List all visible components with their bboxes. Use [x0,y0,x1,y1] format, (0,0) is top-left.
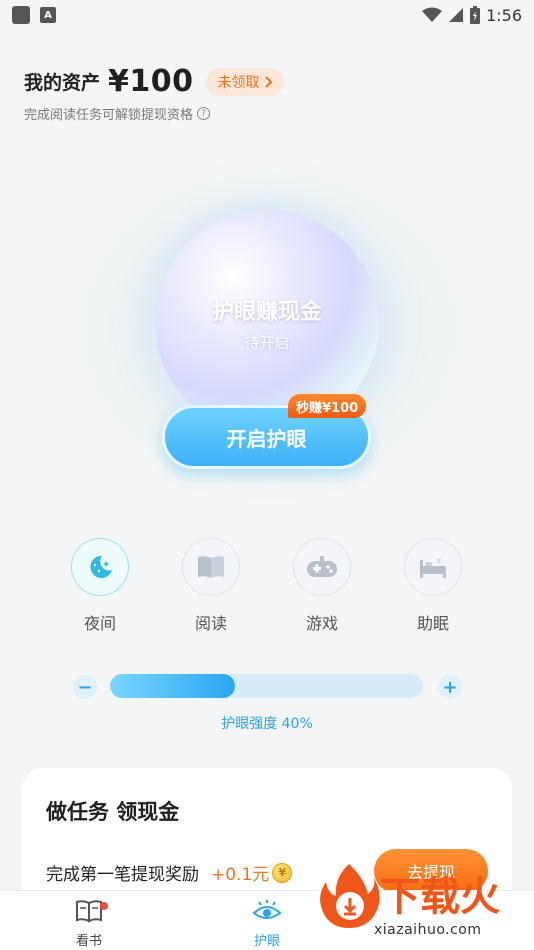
svg-text:z: z [437,557,441,565]
eye-icon [252,900,282,919]
orb-status: 待开启 [244,334,290,352]
unclaimed-badge[interactable]: 未领取 [205,67,284,96]
app-notification-icon [12,6,30,24]
watermark: 下载火 xiazaihuo.com [316,860,534,950]
mode-reading[interactable]: 阅读 [181,538,241,634]
intensity-label: 护眼强度 40% [221,716,313,732]
intensity-decrease-button[interactable]: − [73,675,97,699]
battery-charging-icon [470,6,481,24]
book-open-icon [76,900,102,923]
assets-label: 我的资产 [24,72,101,94]
assets-subtitle-text: 完成阅读任务可解锁提现资格 [24,108,194,123]
nav-eye-care-label: 护眼 [253,934,280,949]
nav-item-eye-care[interactable]: 护眼 [237,899,297,949]
task-card-title: 做任务 领现金 [46,800,180,824]
promo-badge-label: 秒赚¥100 [296,400,359,416]
help-icon[interactable]: ? [197,107,211,120]
clock: 1:56 [486,5,522,25]
moon-stars-icon [71,538,129,596]
signal-icon [449,8,464,22]
promo-badge: 秒赚¥100 [288,394,367,418]
wifi-icon [422,7,443,22]
intensity-increase-button[interactable]: + [438,675,462,699]
coin-icon: ¥ [272,862,293,883]
mode-night[interactable]: 夜间 [70,538,130,634]
bed-icon: z [404,538,462,596]
orb-title: 护眼赚现金 [211,300,322,325]
notification-dot [100,902,108,910]
nav-books-label: 看书 [75,934,102,949]
assets-amount: ¥100 [108,64,194,99]
assets-subtitle: 完成阅读任务可解锁提现资格 ? [24,104,211,123]
mode-selector: 夜间 阅读 游戏 z 助眠 [70,538,464,638]
mode-night-label: 夜间 [83,614,116,633]
chevron-right-icon [264,75,272,88]
unclaimed-label: 未领取 [217,74,260,91]
task-reward: +0.1元 [211,865,270,885]
status-bar: A 1:56 [0,0,534,30]
mode-reading-label: 阅读 [194,614,227,633]
watermark-text: 下载火 [380,874,500,920]
intensity-slider[interactable] [110,674,423,698]
task-row: 完成第一笔提现奖励 +0.1元 ¥ [46,860,293,885]
text-notification-icon: A [40,7,56,23]
mode-sleep[interactable]: z 助眠 [403,538,463,634]
watermark-url: xiazaihuo.com [374,922,482,938]
task-name: 完成第一笔提现奖励 [46,865,199,885]
nav-item-books[interactable]: 看书 [59,899,119,949]
flame-logo-icon [320,864,380,928]
intensity-slider-fill [110,674,236,698]
assets-header: 我的资产 ¥100 未领取 [24,64,284,99]
book-icon [182,538,240,596]
enable-button-label: 开启护眼 [226,426,307,451]
mode-gaming[interactable]: 游戏 [292,538,352,634]
mode-gaming-label: 游戏 [305,614,338,633]
mode-sleep-label: 助眠 [416,614,449,633]
gamepad-icon [293,538,351,596]
